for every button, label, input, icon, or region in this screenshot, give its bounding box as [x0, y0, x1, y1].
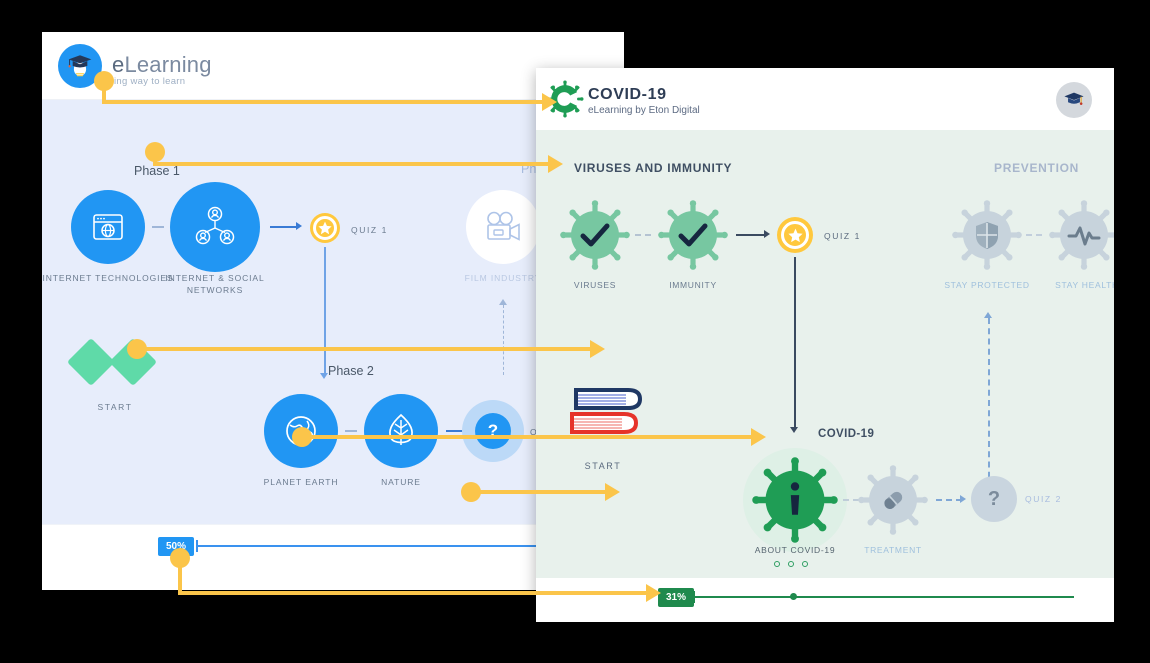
- covid19-window-footer: [536, 612, 1114, 622]
- elearning-window-title: eLearning: [112, 52, 212, 78]
- node-stay-healthy[interactable]: [1049, 200, 1114, 270]
- covid-quiz-2-node[interactable]: ?: [971, 476, 1017, 522]
- quiz-2-node[interactable]: ?: [475, 413, 511, 449]
- connector-arrow-head: [296, 222, 302, 230]
- start-diamond-left: [66, 337, 116, 387]
- section-title-prevention: PREVENTION: [994, 161, 1080, 175]
- node-label-treatment: TREATMENT: [864, 545, 922, 555]
- progress-badge-window1: 50%: [158, 537, 195, 556]
- progress-track-window2[interactable]: [694, 596, 1074, 598]
- screenshot-stage: eLearning ing way to learn Phase 1 Phase…: [0, 0, 1150, 663]
- node-label-about-covid-19: ABOUT COVID-19: [754, 545, 836, 555]
- dashed-connector-film: [503, 305, 504, 375]
- start-label-window2: START: [584, 461, 622, 471]
- section-title-covid-19: COVID-19: [818, 428, 875, 440]
- pagination-dots[interactable]: [774, 561, 808, 567]
- graduation-cap-avatar-icon: [1064, 92, 1084, 105]
- connector-dash: [152, 226, 164, 228]
- title-part-e: e: [112, 52, 125, 77]
- question-mark-icon: ?: [987, 487, 1001, 510]
- vertical-connector-covid-arrow: [790, 427, 798, 433]
- avatar[interactable]: [1056, 82, 1092, 118]
- books-icon: [570, 388, 643, 434]
- node-internet-technologies[interactable]: [71, 190, 145, 264]
- connector-arrow-head-quiz1: [764, 230, 770, 238]
- title-part-learning: Learning: [124, 52, 212, 77]
- vertical-connector-arrow: [320, 373, 328, 379]
- node-stay-protected[interactable]: [952, 200, 1022, 270]
- pagination-dot-3[interactable]: [802, 561, 808, 567]
- pagination-dot-2[interactable]: [788, 561, 794, 567]
- node-nature[interactable]: [364, 394, 438, 468]
- connector-dash-prevention: [1026, 234, 1042, 236]
- connector-dash-to-quiz2: [936, 499, 962, 501]
- quiz-1-coin[interactable]: [310, 213, 340, 243]
- progress-badge-window2: 31%: [658, 588, 695, 607]
- node-immunity[interactable]: [658, 200, 728, 270]
- film-camera-icon: [487, 211, 520, 241]
- star-icon: [318, 221, 332, 235]
- question-mark-icon: ?: [487, 421, 499, 440]
- connector-dash-viruses-immunity: [635, 234, 651, 236]
- node-viruses[interactable]: [560, 200, 630, 270]
- phase-1-label: Phase 1: [134, 164, 180, 178]
- node-about-covid-19[interactable]: [752, 457, 838, 543]
- progress-handle-window2[interactable]: [790, 593, 797, 600]
- connector-dash-arrow-quiz2: [960, 495, 966, 503]
- covid19-window[interactable]: COVID-19 eLearning by Eton Digital VIRUS…: [536, 68, 1114, 622]
- covid-virus-c-logo-icon[interactable]: [546, 80, 584, 118]
- leaf-icon: [389, 413, 413, 445]
- node-label-viruses: VIRUSES: [573, 280, 617, 290]
- social-network-icon: [195, 206, 235, 245]
- covid19-window-header: COVID-19 eLearning by Eton Digital: [536, 68, 1114, 130]
- quiz-1-coin-inner: [313, 216, 337, 240]
- node-label-stay-protected: STAY PROTECTED: [944, 280, 1030, 290]
- node-label-internet-social-networks: INTERNET & SOCIAL NETWORKS: [165, 273, 265, 295]
- node-film-industry[interactable]: [466, 190, 540, 264]
- dashed-connector-arrow-up: [499, 299, 507, 305]
- elearning-tagline: ing way to learn: [114, 76, 186, 87]
- start-diamond-right: [108, 337, 158, 387]
- browser-globe-icon: [93, 214, 123, 240]
- covid19-progress-bar[interactable]: 31%: [536, 578, 1114, 612]
- covid-quiz-2-label: QUIZ 2: [1025, 494, 1062, 504]
- connector-arrow-line: [270, 226, 298, 228]
- covid19-course-map: VIRUSES AND IMMUNITY PREVENTION COVID-19: [536, 130, 1114, 578]
- quiz-1-label: QUIZ 1: [351, 225, 388, 235]
- node-label-planet-earth: PLANET EARTH: [263, 477, 339, 487]
- phase-3-label: Ph: [521, 162, 537, 176]
- pagination-dot-1[interactable]: [774, 561, 780, 567]
- star-icon: [787, 228, 803, 242]
- node-planet-earth[interactable]: [264, 394, 338, 468]
- node-label-stay-healthy: STAY HEALTH: [1055, 280, 1114, 290]
- connector-dash-2: [345, 430, 357, 432]
- dashed-connector-prevention-arrow: [984, 312, 992, 318]
- connector-dash-about-treatment: [843, 499, 859, 501]
- node-treatment[interactable]: [858, 465, 928, 535]
- covid-quiz-1-label: QUIZ 1: [824, 231, 861, 241]
- covid-quiz-1-coin[interactable]: [777, 217, 813, 253]
- phase-2-label: Phase 2: [328, 364, 374, 378]
- node-label-immunity: IMMUNITY: [669, 280, 717, 290]
- connector-arrow-to-quiz1: [736, 234, 766, 236]
- vertical-connector-quiz1: [324, 247, 326, 375]
- covid19-window-subtitle: eLearning by Eton Digital: [588, 105, 700, 116]
- node-internet-social-networks[interactable]: [170, 182, 260, 272]
- node-label-nature: NATURE: [381, 477, 421, 487]
- elearning-logo[interactable]: [58, 44, 102, 88]
- start-label-window1: START: [97, 402, 133, 412]
- covid19-window-title: COVID-19: [588, 86, 667, 103]
- vertical-connector-covid-quiz1: [794, 257, 796, 429]
- covid-quiz-1-coin-inner: [781, 221, 809, 249]
- graduation-cap-logo-icon: [68, 55, 92, 77]
- section-title-viruses-and-immunity: VIRUSES AND IMMUNITY: [574, 161, 733, 175]
- globe-icon: [286, 416, 316, 446]
- dashed-connector-prevention: [988, 318, 990, 488]
